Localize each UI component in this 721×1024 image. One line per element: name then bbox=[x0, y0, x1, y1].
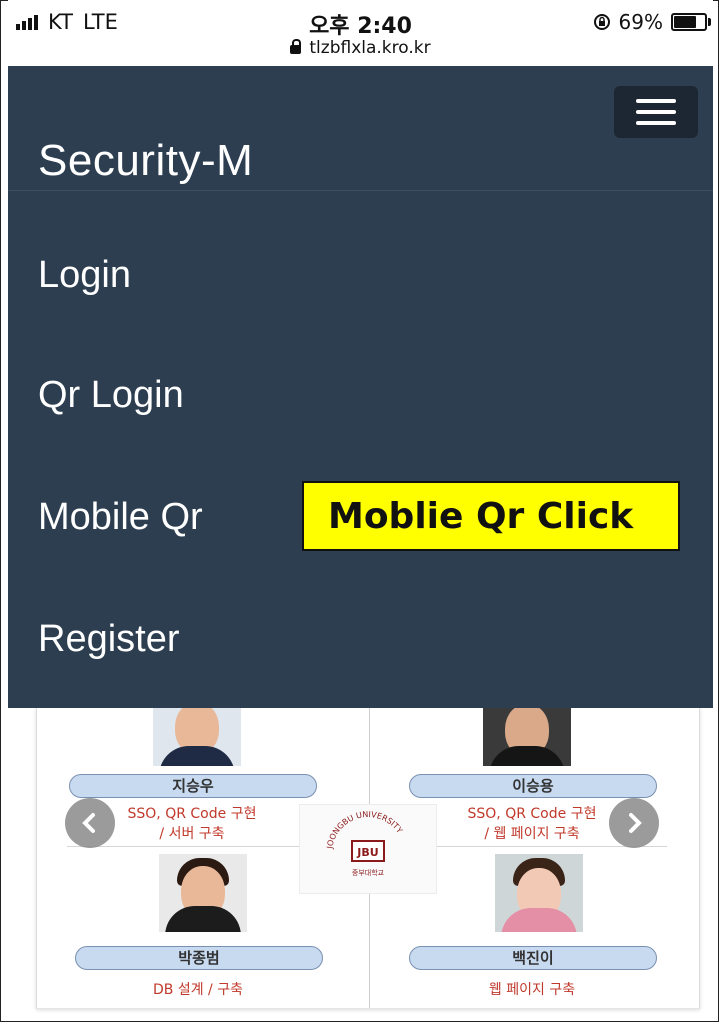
annotation-callout: Moblie Qr Click bbox=[302, 481, 680, 551]
address-bar[interactable]: tlzbflxla.kro.kr bbox=[8, 38, 713, 58]
nav-link-register[interactable]: Register bbox=[38, 618, 180, 661]
member-name-badge: 박종범 bbox=[75, 946, 323, 970]
member-name-badge: 지승우 bbox=[69, 774, 317, 798]
member-photo bbox=[483, 708, 571, 766]
hamburger-icon bbox=[636, 99, 676, 125]
navbar-divider bbox=[8, 190, 713, 191]
chevron-left-icon bbox=[82, 813, 95, 833]
url-text: tlzbflxla.kro.kr bbox=[309, 38, 431, 58]
carousel-prev-button[interactable] bbox=[65, 798, 115, 848]
carousel-next-button[interactable] bbox=[609, 798, 659, 848]
university-logo: JOONGBU UNIVERSITY JBU 중부대학교 bbox=[299, 804, 437, 894]
nav-link-mobile-qr[interactable]: Mobile Qr bbox=[38, 496, 203, 539]
member-photo bbox=[153, 708, 241, 766]
status-bar: KT LTE 오후 2:40 tlzbflxla.kro.kr 69% bbox=[8, 0, 713, 66]
member-role: DB 설계 / 구축 bbox=[153, 982, 243, 998]
nav-link-qr-login[interactable]: Qr Login bbox=[38, 374, 184, 417]
navbar: Security-M Login Qr Login Mobile Qr Regi… bbox=[8, 66, 713, 708]
brand-title[interactable]: Security-M bbox=[38, 136, 253, 186]
lock-icon bbox=[290, 39, 302, 54]
member-name-badge: 이승용 bbox=[409, 774, 657, 798]
chevron-right-icon bbox=[629, 813, 642, 833]
member-photo bbox=[495, 854, 583, 932]
team-section: 지승우 SSO, QR Code 구현 / 서버 구축 이승용 SSO, QR … bbox=[36, 708, 700, 1009]
university-seal-icon: JOONGBU UNIVERSITY JBU 중부대학교 bbox=[325, 810, 404, 877]
status-right: 69% bbox=[593, 10, 711, 34]
battery-icon bbox=[671, 13, 711, 31]
battery-fill bbox=[674, 16, 697, 28]
rotation-lock-icon bbox=[593, 14, 610, 30]
logo-mark: JBU bbox=[356, 846, 378, 859]
member-name-badge: 백진이 bbox=[409, 946, 657, 970]
logo-bottom-text: 중부대학교 bbox=[352, 868, 385, 877]
member-photo bbox=[159, 854, 247, 932]
menu-toggle-button[interactable] bbox=[614, 86, 698, 138]
battery-percent: 69% bbox=[618, 10, 663, 34]
nav-link-login[interactable]: Login bbox=[38, 254, 131, 297]
member-role: 웹 페이지 구축 bbox=[488, 982, 576, 998]
